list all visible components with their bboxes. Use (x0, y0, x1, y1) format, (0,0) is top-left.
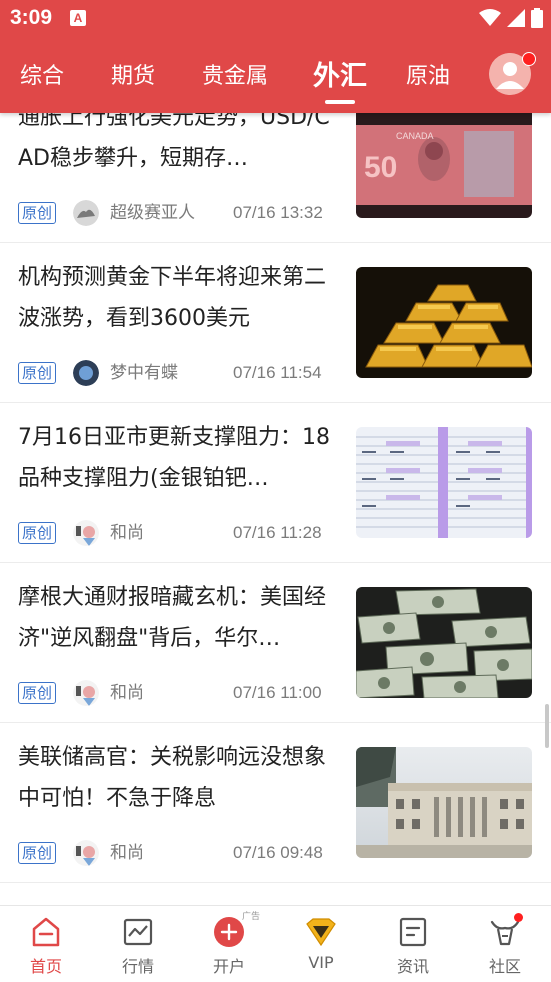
article-title: 7月16日亚市更新支撑阻力：18品种支撑阻力(金银铂钯… (18, 425, 330, 491)
avatar-notification-dot (522, 52, 536, 66)
svg-text:CANADA: CANADA (396, 131, 434, 141)
app-header: 3:09 A 综合 期货 贵金属 外汇 原油 (0, 0, 551, 113)
tab-precious-metals[interactable]: 贵金属 (202, 58, 268, 90)
article-item[interactable]: 美联储高官：关税影响远没想象中可怕！不急于降息 原创 和尚 07/16 09:4… (0, 723, 551, 883)
tab-forex[interactable]: 外汇 (313, 54, 367, 93)
gold-bars-thumbnail (356, 267, 532, 378)
article-meta: 原创 和尚 07/16 11:00 (18, 680, 338, 706)
notification-app-icon: A (70, 10, 86, 26)
nav-home[interactable]: 首页 (0, 906, 92, 982)
battery-icon (531, 8, 543, 28)
article-item[interactable]: 摩根大通财报暗藏玄机：美国经济"逆风翻盘"背后，华尔… 原创 和尚 07/16 … (0, 563, 551, 723)
home-icon (32, 917, 60, 947)
article-title: 机构预测黄金下半年将迎来第二波涨势，看到3600美元 (18, 265, 327, 331)
author-name: 和尚 (110, 843, 144, 863)
vip-diamond-icon (306, 918, 336, 947)
plus-circle-icon (214, 917, 244, 947)
dollar-bills-thumbnail (356, 587, 532, 698)
status-icons (479, 8, 543, 28)
nav-market[interactable]: 行情 (92, 906, 184, 982)
ad-tag: 广告 (242, 912, 261, 922)
author-avatar (73, 520, 99, 546)
article-title: 摩根大通财报暗藏玄机：美国经济"逆风翻盘"背后，华尔… (18, 585, 327, 651)
article-title: 美联储高官：关税影响远没想象中可怕！不急于降息 (18, 745, 327, 811)
active-tab-indicator (325, 100, 355, 104)
post-time: 07/16 11:28 (233, 523, 322, 542)
svg-text:50: 50 (364, 151, 397, 184)
post-time: 07/16 13:32 (233, 203, 323, 222)
wifi-icon (479, 9, 501, 26)
article-meta: 原创 和尚 07/16 11:28 (18, 520, 338, 546)
post-time: 07/16 11:00 (233, 683, 322, 702)
post-time: 07/16 09:48 (233, 843, 323, 862)
nav-label: 开户 (212, 957, 245, 976)
nav-open-account[interactable]: 开户 (183, 906, 275, 982)
tab-crude-oil[interactable]: 原油 (406, 58, 450, 90)
chart-icon (123, 918, 153, 946)
article-meta: 原创 和尚 07/16 09:48 (18, 840, 338, 866)
community-notification-dot (514, 913, 523, 922)
original-badge: 原创 (18, 842, 57, 864)
signal-icon (507, 9, 525, 27)
original-badge: 原创 (18, 522, 57, 544)
nav-label: 首页 (29, 957, 62, 976)
author-name: 和尚 (110, 523, 144, 543)
post-time: 07/16 11:54 (233, 363, 322, 382)
status-time: 3:09 (10, 6, 53, 29)
author-name: 和尚 (110, 683, 144, 703)
author-avatar (73, 200, 99, 226)
nav-label: 资讯 (396, 957, 429, 976)
author-name: 梦中有蝶 (110, 363, 178, 383)
article-item[interactable]: 机构预测黄金下半年将迎来第二波涨势，看到3600美元 原创 梦中有蝶 07/16… (0, 243, 551, 403)
tab-futures[interactable]: 期货 (111, 58, 155, 90)
bottom-navigation: 首页 行情 开户 VIP 资讯 社区 (0, 905, 551, 982)
news-icon (399, 917, 427, 947)
original-badge: 原创 (18, 362, 57, 384)
original-badge: 原创 (18, 682, 57, 704)
news-feed: 通胀上行强化美元走势，USD/CAD稳步攀升，短期存… 原创 超级赛亚人 07/… (0, 83, 551, 905)
scrollbar[interactable] (545, 704, 549, 748)
nav-label: 社区 (488, 957, 521, 976)
article-meta: 原创 超级赛亚人 07/16 13:32 (18, 200, 338, 226)
category-tabs: 综合 期货 贵金属 外汇 原油 (0, 50, 480, 104)
author-avatar (73, 840, 99, 866)
status-bar: 3:09 A (0, 0, 551, 36)
nav-vip[interactable]: VIP (275, 906, 367, 982)
nav-label: VIP (308, 953, 334, 972)
author-avatar (73, 360, 99, 386)
original-badge: 原创 (18, 202, 57, 224)
nav-community[interactable]: 社区 (459, 906, 551, 982)
nav-label: 行情 (121, 957, 154, 976)
nav-news[interactable]: 资讯 (367, 906, 459, 982)
support-resistance-table-thumbnail (356, 427, 532, 538)
tab-general[interactable]: 综合 (20, 58, 64, 90)
federal-reserve-building-thumbnail (356, 747, 532, 858)
author-avatar (73, 680, 99, 706)
article-meta: 原创 梦中有蝶 07/16 11:54 (18, 360, 338, 386)
canadian-banknote-thumbnail: 50 CANADA (356, 107, 532, 218)
author-name: 超级赛亚人 (110, 203, 195, 223)
article-item[interactable]: 7月16日亚市更新支撑阻力：18品种支撑阻力(金银铂钯… 原创 和尚 07/16… (0, 403, 551, 563)
